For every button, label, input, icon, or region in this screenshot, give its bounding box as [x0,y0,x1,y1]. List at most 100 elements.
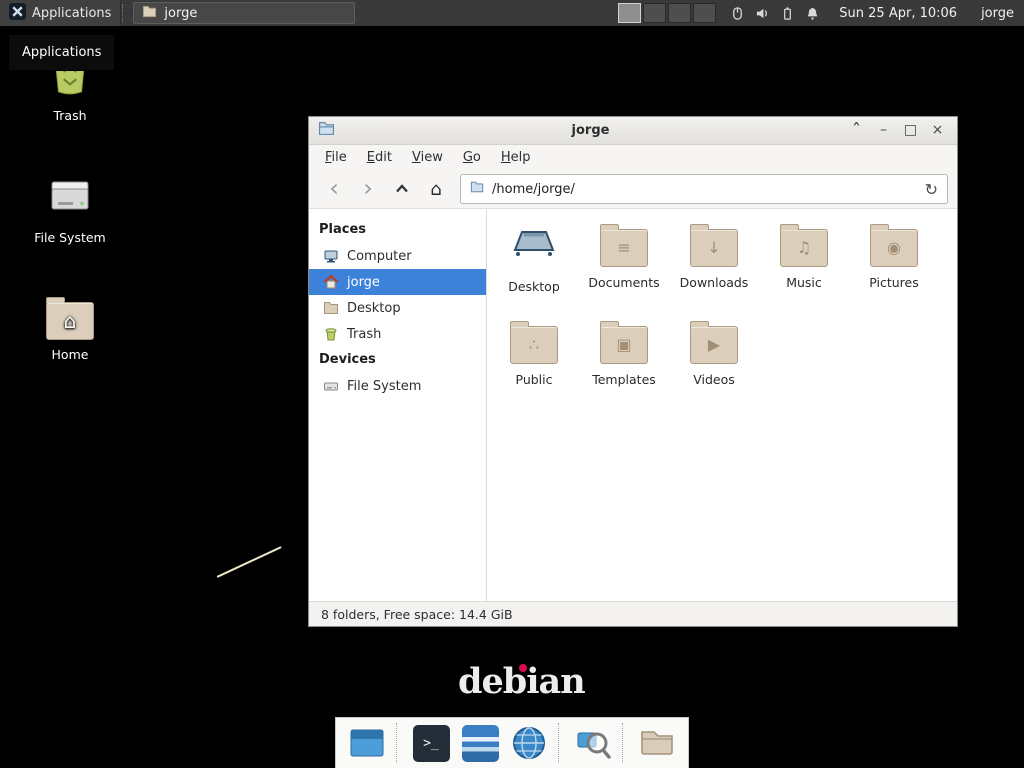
desktop-icon-label: File System [34,230,106,245]
titlebar[interactable]: jorge ˆ – □ × [309,117,957,145]
folder-icon: ▣ [600,326,648,364]
web-browser-launcher[interactable] [507,721,551,765]
file-label: Templates [592,372,656,387]
file-grid: Desktop ≡ Documents ↓ Downloads ♫ Music … [487,209,957,601]
dock-separator [558,723,564,763]
application-finder-launcher[interactable] [571,721,615,765]
file-item-videos[interactable]: ▶ Videos [669,316,759,413]
shade-button[interactable]: ˆ [846,116,867,146]
reload-icon[interactable]: ↻ [925,180,938,199]
workspace-2[interactable] [643,3,666,23]
dock-separator [396,723,402,763]
folder-icon: ▶ [690,326,738,364]
menu-file[interactable]: File [315,147,357,168]
home-button[interactable]: ⌂ [420,175,452,203]
sidebar-item-filesystem[interactable]: File System [309,373,486,399]
folder-icon [323,300,339,316]
drive-icon [46,172,94,223]
workspace-1[interactable] [618,3,641,23]
trash-icon [323,326,339,342]
places-header: Places [309,217,486,243]
file-item-downloads[interactable]: ↓ Downloads [669,219,759,316]
clock[interactable]: Sun 25 Apr, 10:06 [829,0,967,26]
workspace-tool-launcher[interactable] [458,721,502,765]
forward-button[interactable]: › [352,175,384,203]
house-emblem-icon: ⌂ [47,303,93,339]
toolbar: ‹ › ⌂ /home/jorge/ ↻ [309,170,957,209]
panel-spacer [355,0,613,26]
menu-help[interactable]: Help [491,147,541,168]
xfce-applications-icon [9,3,26,24]
folder-icon: ≡ [600,229,648,267]
file-item-documents[interactable]: ≡ Documents [579,219,669,316]
bottom-dock: >_ [335,717,689,768]
applications-menu-button[interactable]: Applications [0,0,121,26]
desktop-icon-label: Trash [53,108,86,123]
desktop-special-icon [510,219,558,271]
debian-logo: debian [458,661,585,702]
path-bar[interactable]: /home/jorge/ ↻ [460,174,948,204]
desktop-icon-home[interactable]: ⌂ Home [22,292,118,362]
desktop-icon-label: Home [52,347,89,362]
menu-go[interactable]: Go [453,147,491,168]
file-item-music[interactable]: ♫ Music [759,219,849,316]
taskbar-window-button[interactable]: jorge [133,2,355,24]
file-item-desktop[interactable]: Desktop [489,219,579,316]
folder-icon: ♫ [780,229,828,267]
top-panel: Applications jorge Sun 25 Apr, 10:06 jor… [0,0,1024,26]
file-label: Pictures [869,275,919,290]
folder-icon [142,4,157,23]
menu-view[interactable]: View [402,147,453,168]
battery-icon[interactable] [780,6,795,21]
sidebar-item-trash[interactable]: Trash [309,321,486,347]
workspace-3[interactable] [668,3,691,23]
minimize-button[interactable]: – [873,118,894,143]
file-label: Documents [588,275,659,290]
file-manager-window: jorge ˆ – □ × File Edit View Go Help ‹ ›… [308,116,958,627]
sidebar-item-jorge[interactable]: jorge [309,269,486,295]
menubar: File Edit View Go Help [309,145,957,170]
show-desktop-button[interactable] [345,721,389,765]
notifications-bell-icon[interactable] [805,6,820,21]
workspace-4[interactable] [693,3,716,23]
templates-emblem-icon: ▣ [601,327,647,363]
sidebar: Places Computer jorge Desktop [309,209,487,601]
menu-edit[interactable]: Edit [357,147,402,168]
folder-icon: ↓ [690,229,738,267]
drive-icon [323,378,339,394]
panel-separator-handle[interactable] [122,4,129,22]
video-emblem-icon: ▶ [691,327,737,363]
file-item-templates[interactable]: ▣ Templates [579,316,669,413]
share-emblem-icon: ∴ [511,327,557,363]
file-item-pictures[interactable]: ◉ Pictures [849,219,939,316]
terminal-launcher[interactable]: >_ [409,721,453,765]
sidebar-item-label: Computer [347,249,412,264]
session-user-label[interactable]: jorge [967,0,1024,26]
back-button[interactable]: ‹ [318,175,350,203]
maximize-button[interactable]: □ [900,118,921,143]
camera-emblem-icon: ◉ [871,230,917,266]
home-folder-icon: ⌂ [46,302,94,340]
devices-header: Devices [309,347,486,373]
applications-menu-label: Applications [32,6,111,21]
file-item-public[interactable]: ∴ Public [489,316,579,413]
close-button[interactable]: × [927,118,948,143]
folder-icon: ◉ [870,229,918,267]
file-manager-launcher[interactable] [635,721,679,765]
up-button[interactable] [386,175,418,203]
sidebar-item-computer[interactable]: Computer [309,243,486,269]
volume-icon[interactable] [755,6,770,21]
terminal-prompt-glyph: >_ [423,736,439,751]
sidebar-item-desktop[interactable]: Desktop [309,295,486,321]
home-icon [323,274,339,290]
folder-icon [470,180,484,198]
mouse-settings-icon[interactable] [730,6,745,21]
debian-red-dot [519,664,527,672]
sidebar-item-label: Desktop [347,301,401,316]
sidebar-item-label: jorge [347,275,380,290]
computer-icon [323,248,339,264]
applications-tooltip: Applications [8,34,115,71]
downloads-emblem-icon: ↓ [691,230,737,266]
path-value: /home/jorge/ [492,182,575,197]
desktop-icon-filesystem[interactable]: File System [22,172,118,245]
